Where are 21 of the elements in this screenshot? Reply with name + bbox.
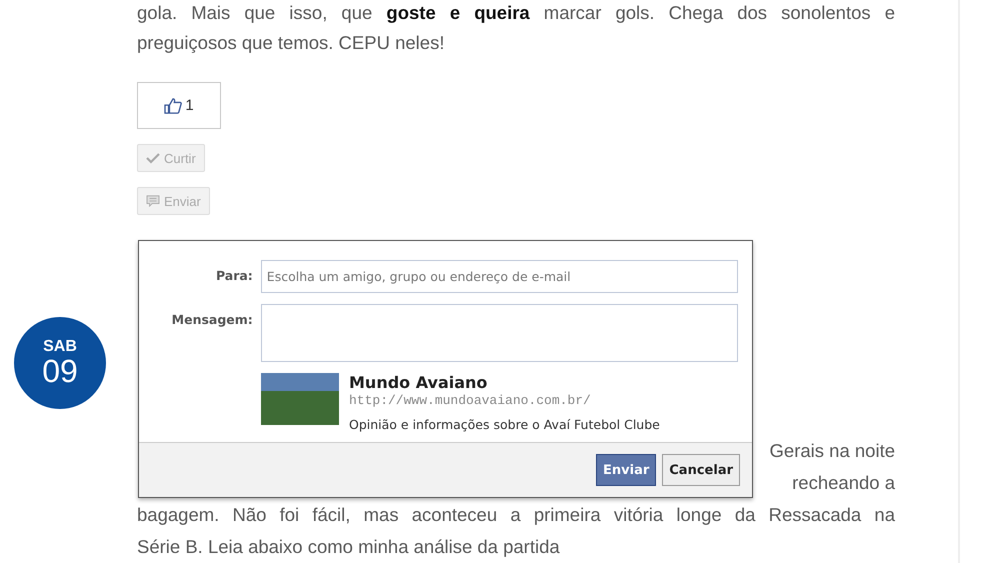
weekday-label: SAB — [43, 339, 77, 355]
link-preview-url: http://www.mundoavaiano.com.br/ — [349, 393, 592, 408]
cancel-button[interactable]: Cancelar — [662, 454, 740, 486]
speech-bubble-icon — [146, 195, 160, 208]
article-text-line: preguiçosos que temos. CEPU neles! — [137, 31, 446, 55]
checkmark-icon — [146, 152, 160, 164]
send-button[interactable]: Enviar — [596, 454, 656, 486]
article-text-line: Série B. Leia abaixo como minha análise da partida — [137, 535, 561, 560]
recipient-input-field[interactable]: Escolha um amigo, grupo ou endereço de e-mail — [260, 260, 738, 293]
article-text-line: Gerais na noite — [770, 440, 895, 462]
field-label: Mensagem: — [170, 311, 254, 327]
article-text-line: bagagem. Não foi fácil, mas aconteceu a primeira vitória longe da Ressacada na — [137, 503, 895, 528]
article-text-line: recheando a — [792, 472, 895, 494]
like-count: 1 — [185, 97, 194, 114]
link-preview-description: Opinião e informações sobre o Avaí Futebol Clube — [349, 417, 660, 432]
day-number: 09 — [42, 355, 78, 387]
field-label: Para: — [214, 267, 254, 283]
article-text-line: gola. Mais que isso, que goste e queira marcar gols. Chega dos sonolentos e — [137, 1, 895, 25]
message-input-field[interactable] — [260, 304, 738, 362]
link-preview-title: Mundo Avaiano — [349, 373, 488, 392]
thumbs-up-icon — [164, 98, 182, 114]
